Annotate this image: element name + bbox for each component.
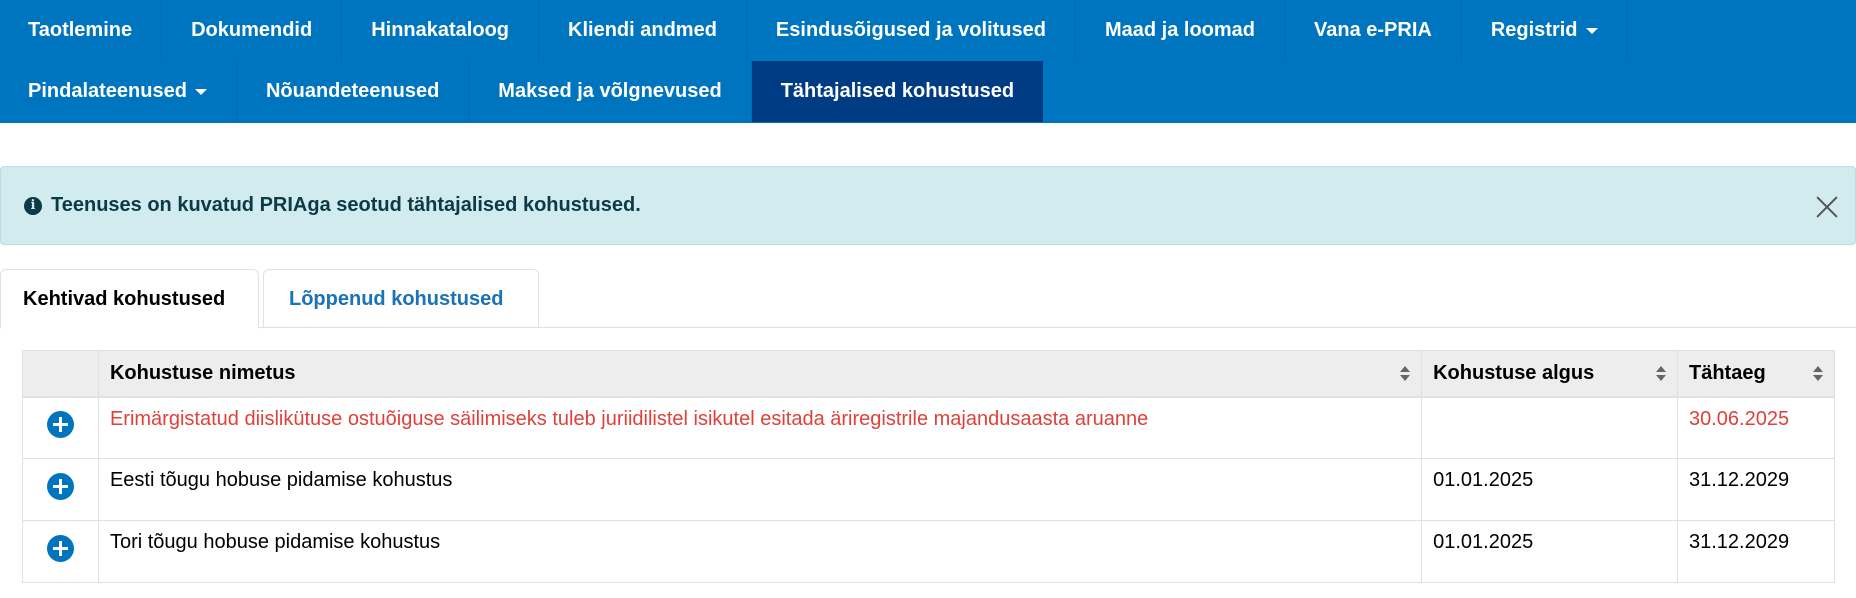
close-icon[interactable] xyxy=(1815,195,1839,219)
nav-item-kliendi-andmed[interactable]: Kliendi andmed xyxy=(539,0,747,61)
tab-loppenud-kohustused[interactable]: Lõppenud kohustused xyxy=(263,269,539,328)
sort-icon[interactable] xyxy=(1400,366,1411,382)
caret-down-icon xyxy=(1585,27,1598,34)
column-header-label: Kohustuse nimetus xyxy=(109,361,296,384)
column-header-kohustuse-algus[interactable]: Kohustuse algus xyxy=(1421,350,1678,398)
sort-icon[interactable] xyxy=(1655,366,1666,382)
column-header-label: Tähtaeg xyxy=(1688,361,1766,384)
nav-item-maad-ja-loomad[interactable]: Maad ja loomad xyxy=(1076,0,1286,61)
cell-tahtaeg: 30.06.2025 xyxy=(1676,396,1836,459)
table-header-row: Kohustuse nimetus Kohustuse algus Tähtae… xyxy=(22,350,1836,398)
table-row: Tori tõugu hobuse pidamise kohustus 01.0… xyxy=(22,520,1836,583)
nav-item-dokumendid[interactable]: Dokumendid xyxy=(162,0,343,61)
column-header-label: Kohustuse algus xyxy=(1433,361,1595,384)
column-header-tahtaeg[interactable]: Tähtaeg xyxy=(1676,350,1836,398)
column-header-kohustuse-nimetus[interactable]: Kohustuse nimetus xyxy=(97,350,1423,398)
nav-item-registrid-label: Registrid xyxy=(1490,19,1578,41)
expand-plus-icon[interactable] xyxy=(46,535,74,562)
nav-item-hinnakataloog[interactable]: Hinnakataloog xyxy=(342,0,540,61)
info-alert: i Teenuses on kuvatud PRIAga seotud täht… xyxy=(0,166,1856,245)
cell-kohustuse-algus xyxy=(1421,396,1678,459)
nav-item-tahtajalised-kohustused[interactable]: Tähtajalised kohustused xyxy=(751,61,1044,122)
expand-column-header xyxy=(22,350,99,398)
nav-item-vana-e-pria[interactable]: Vana e-PRIA xyxy=(1285,0,1462,61)
sort-icon[interactable] xyxy=(1813,366,1823,382)
cell-kohustuse-nimetus: Erimärgistatud diislikütuse ostuõiguse s… xyxy=(97,396,1423,459)
nav-item-taotlemine[interactable]: Taotlemine xyxy=(0,0,163,61)
tab-kehtivad-kohustused[interactable]: Kehtivad kohustused xyxy=(0,269,259,329)
expand-cell xyxy=(22,458,99,521)
cell-kohustuse-algus: 01.01.2025 xyxy=(1421,520,1678,583)
obligation-tabs: Kehtivad kohustused Lõppenud kohustused xyxy=(0,269,1856,329)
info-circle-icon: i xyxy=(24,197,42,215)
alert-message: Teenuses on kuvatud PRIAga seotud tähtaj… xyxy=(51,194,641,216)
cell-kohustuse-algus: 01.01.2025 xyxy=(1421,458,1678,521)
main-navigation: Taotlemine Dokumendid Hinnakataloog Klie… xyxy=(0,0,1856,123)
nav-item-esindusoigused[interactable]: Esindusõigused ja volitused xyxy=(747,0,1076,61)
caret-down-icon xyxy=(194,88,207,95)
table-row: Eesti tõugu hobuse pidamise kohustus 01.… xyxy=(22,458,1836,521)
expand-plus-icon[interactable] xyxy=(46,411,74,439)
nav-item-pindalateenused-label: Pindalateenused xyxy=(28,80,187,102)
nav-item-maksed-ja-volgnevused[interactable]: Maksed ja võlgnevused xyxy=(469,61,752,122)
expand-plus-icon[interactable] xyxy=(46,473,74,500)
cell-tahtaeg: 31.12.2029 xyxy=(1676,520,1836,583)
obligations-table: Kohustuse nimetus Kohustuse algus Tähtae… xyxy=(22,350,1836,583)
table-row: Erimärgistatud diislikütuse ostuõiguse s… xyxy=(22,396,1836,459)
cell-tahtaeg: 31.12.2029 xyxy=(1676,458,1836,521)
nav-item-pindalateenused[interactable]: Pindalateenused xyxy=(0,61,237,122)
nav-row-2: Pindalateenused Nõuandeteenused Maksed j… xyxy=(0,61,1044,122)
nav-row-1: Taotlemine Dokumendid Hinnakataloog Klie… xyxy=(0,0,1628,61)
cell-kohustuse-nimetus: Tori tõugu hobuse pidamise kohustus xyxy=(97,520,1423,583)
expand-cell xyxy=(22,520,99,583)
cell-kohustuse-nimetus: Eesti tõugu hobuse pidamise kohustus xyxy=(97,458,1423,521)
expand-cell xyxy=(22,396,99,459)
nav-item-nouandeteenused[interactable]: Nõuandeteenused xyxy=(237,61,470,122)
nav-item-registrid[interactable]: Registrid xyxy=(1462,0,1628,61)
